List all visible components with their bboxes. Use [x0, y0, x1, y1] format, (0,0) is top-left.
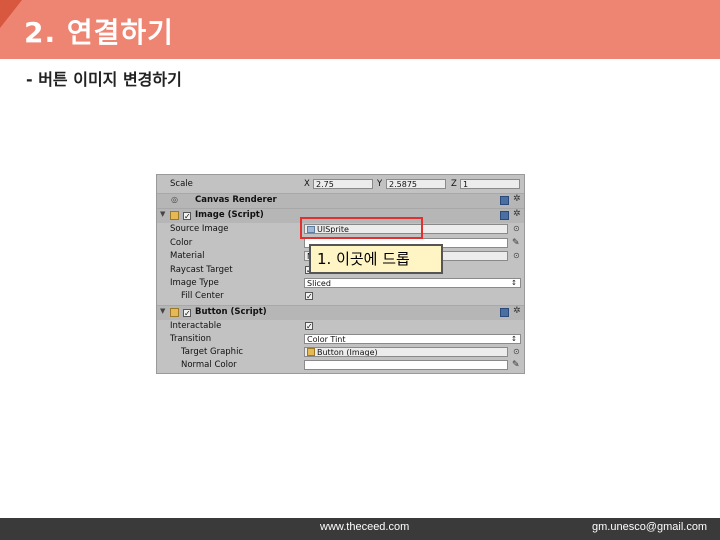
gear-icon[interactable]: ✲	[513, 210, 521, 219]
target-graphic-value: Button (Image)	[317, 348, 378, 357]
help-book-icon[interactable]	[500, 196, 509, 205]
image-component-title: Image (Script)	[195, 210, 264, 220]
slide-subtitle: - 버튼 이미지 변경하기	[26, 70, 182, 89]
scale-z-field[interactable]: 1	[460, 179, 520, 189]
image-type-row: Image Type Sliced	[157, 277, 524, 290]
eyedropper-icon[interactable]: ✎	[512, 360, 520, 370]
normal-color-label: Normal Color	[181, 360, 237, 370]
target-graphic-row: Target Graphic Button (Image) ⊙	[157, 346, 524, 359]
fold-arrow-icon[interactable]: ▼	[160, 307, 165, 315]
fill-center-label: Fill Center	[181, 291, 224, 301]
object-picker-icon[interactable]: ⊙	[513, 251, 520, 260]
transition-row: Transition Color Tint	[157, 333, 524, 346]
image-component-icon	[170, 211, 179, 220]
help-book-icon[interactable]	[500, 211, 509, 220]
eyedropper-icon[interactable]: ✎	[512, 238, 520, 248]
slide-title: 2. 연결하기	[24, 16, 174, 49]
button-enabled-checkbox[interactable]: ✓	[183, 309, 191, 318]
unity-inspector-panel: Scale X 2.75 Y 2.5875 Z 1 ◎ Canvas Rende…	[156, 174, 525, 374]
scale-x-label: X	[304, 179, 310, 189]
canvas-renderer-header[interactable]: ◎ Canvas Renderer ✲	[157, 193, 524, 208]
source-image-highlight-box	[300, 217, 423, 239]
gear-icon[interactable]: ✲	[513, 307, 521, 316]
image-type-dropdown[interactable]: Sliced	[304, 278, 521, 288]
raycast-target-label: Raycast Target	[170, 265, 233, 275]
drop-here-callout: 1. 이곳에 드롭	[309, 244, 443, 274]
transition-label: Transition	[170, 334, 212, 344]
footer-website[interactable]: www.theceed.com	[320, 521, 409, 533]
fill-center-row: Fill Center ✓	[157, 290, 524, 303]
interactable-row: Interactable ✓	[157, 320, 524, 333]
footer-email[interactable]: gm.unesco@gmail.com	[592, 521, 707, 533]
canvas-renderer-icon: ◎	[171, 195, 178, 204]
image-component-icon	[307, 348, 315, 356]
scale-z-label: Z	[451, 179, 457, 189]
color-label: Color	[170, 238, 193, 248]
object-picker-icon[interactable]: ⊙	[513, 224, 520, 233]
fold-arrow-icon[interactable]: ▼	[160, 210, 165, 218]
button-component-title: Button (Script)	[195, 307, 267, 317]
canvas-renderer-title: Canvas Renderer	[195, 195, 277, 205]
normal-color-row: Normal Color ✎	[157, 359, 524, 372]
scale-y-label: Y	[377, 179, 383, 189]
target-graphic-field[interactable]: Button (Image)	[304, 347, 508, 357]
image-type-label: Image Type	[170, 278, 219, 288]
scale-row: Scale X 2.75 Y 2.5875 Z 1	[157, 178, 524, 191]
normal-color-swatch[interactable]	[304, 360, 508, 370]
material-label: Material	[170, 251, 205, 261]
interactable-checkbox[interactable]: ✓	[305, 322, 313, 331]
image-enabled-checkbox[interactable]: ✓	[183, 212, 191, 221]
gear-icon[interactable]: ✲	[513, 195, 521, 204]
source-image-label: Source Image	[170, 224, 229, 234]
target-graphic-label: Target Graphic	[181, 347, 244, 357]
scale-label: Scale	[170, 179, 193, 189]
scale-y-field[interactable]: 2.5875	[386, 179, 446, 189]
scale-x-field[interactable]: 2.75	[313, 179, 373, 189]
button-component-icon	[170, 308, 179, 317]
fill-center-checkbox[interactable]: ✓	[305, 292, 313, 301]
header-accent-triangle	[0, 0, 22, 28]
button-component-header[interactable]: ▼ ✓ Button (Script) ✲	[157, 305, 524, 320]
interactable-label: Interactable	[170, 321, 222, 331]
transition-dropdown[interactable]: Color Tint	[304, 334, 521, 344]
help-book-icon[interactable]	[500, 308, 509, 317]
object-picker-icon[interactable]: ⊙	[513, 347, 520, 356]
